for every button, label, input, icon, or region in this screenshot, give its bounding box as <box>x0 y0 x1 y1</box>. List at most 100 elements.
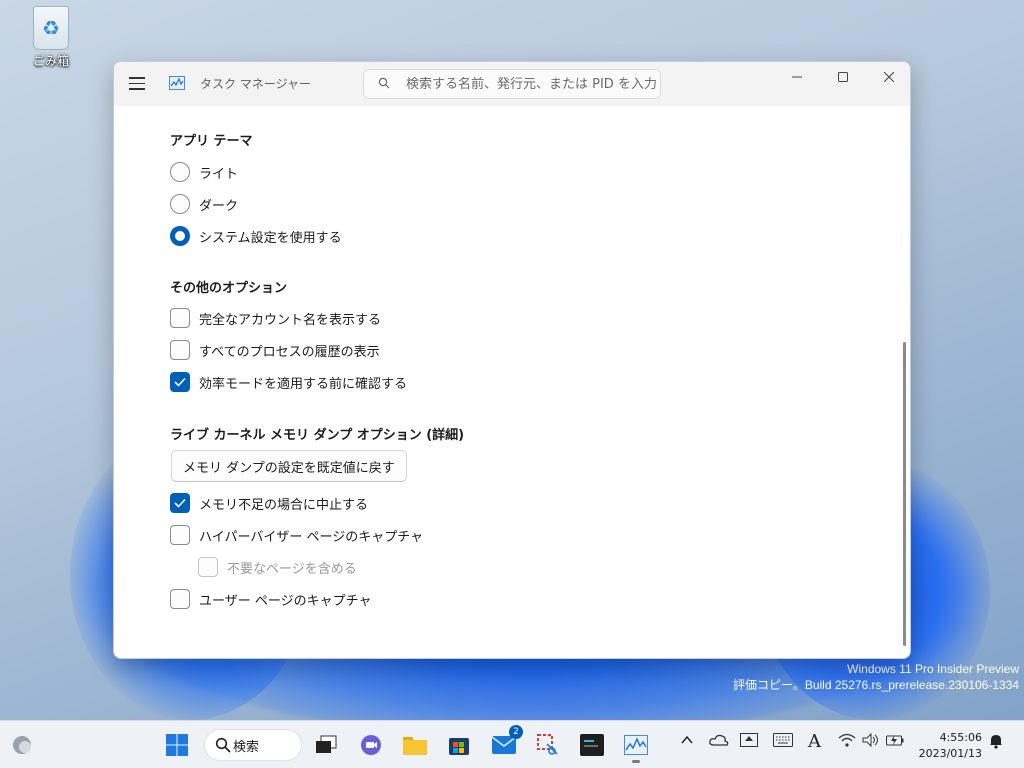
weather-icon <box>13 736 31 754</box>
option-process-history[interactable]: すべてのプロセスの履歴の表示 <box>170 339 380 361</box>
theme-section-title: アプリ テーマ <box>170 134 253 149</box>
mail-badge: 2 <box>509 725 523 739</box>
store-icon <box>449 738 469 755</box>
volume-tray-icon[interactable] <box>862 732 880 751</box>
option-label: ハイパーバイザー ページのキャプチャ <box>199 529 424 545</box>
clock-time: 4:55:06 <box>939 731 982 744</box>
search-icon <box>378 77 394 92</box>
media-tray-icon[interactable] <box>740 733 758 751</box>
speaker-icon <box>862 732 878 748</box>
option-label: 効率モードを適用する前に確認する <box>199 376 408 392</box>
checkbox-user-pages[interactable] <box>170 589 190 609</box>
option-label: メモリ不足の場合に中止する <box>199 497 369 513</box>
checkbox-process-history[interactable] <box>170 340 190 360</box>
option-include-unneeded-pages: 不要なページを含める <box>198 556 357 578</box>
recycle-bin-shortcut[interactable]: ♻ ごみ箱 <box>22 6 80 69</box>
show-hidden-icons-button[interactable] <box>680 733 694 751</box>
radio-light[interactable] <box>170 162 190 182</box>
system-clock[interactable]: 4:55:06 2023/01/13 <box>906 730 982 762</box>
checkbox-include-unneeded-pages <box>198 557 218 577</box>
task-manager-window: タスク マネージャー アプリ テーマ ライト ダーク シ <box>113 61 911 659</box>
checkmark-icon <box>174 377 186 387</box>
store-button[interactable] <box>443 729 475 761</box>
close-button[interactable] <box>866 62 910 92</box>
chevron-up-icon <box>681 735 693 744</box>
memory-dump-section-title: ライブ カーネル メモリ ダンプ オプション (詳細) <box>170 428 465 443</box>
taskbar-search[interactable]: 検索 <box>204 729 302 761</box>
chat-button[interactable] <box>355 729 387 761</box>
checkbox-efficiency-confirm[interactable] <box>170 372 190 392</box>
terminal-icon <box>580 734 604 756</box>
theme-option-label: ライト <box>199 166 239 182</box>
option-label: すべてのプロセスの履歴の表示 <box>199 344 380 360</box>
maximize-icon <box>838 72 848 82</box>
snipping-tool-button[interactable] <box>532 729 564 761</box>
option-user-pages[interactable]: ユーザー ページのキャプチャ <box>170 588 371 610</box>
mail-icon <box>492 736 516 754</box>
windows-logo-icon <box>166 734 188 756</box>
option-label: 不要なページを含める <box>227 561 357 577</box>
checkbox-abort-low-memory[interactable] <box>170 493 190 513</box>
start-button[interactable] <box>161 729 193 761</box>
minimize-button[interactable] <box>774 62 820 92</box>
vertical-scrollbar[interactable] <box>903 342 906 646</box>
network-tray-icon[interactable] <box>838 733 856 751</box>
battery-tray-icon[interactable] <box>886 733 904 751</box>
battery-icon <box>886 735 904 746</box>
ime-indicator[interactable]: A <box>808 731 821 752</box>
chat-icon <box>361 735 381 755</box>
theme-option-light[interactable]: ライト <box>170 161 238 183</box>
keyboard-icon <box>773 733 793 747</box>
task-manager-taskbar-button[interactable] <box>620 729 652 761</box>
build-watermark: Windows 11 Pro Insider Preview 評価コピー。Bui… <box>733 661 1019 693</box>
close-icon <box>884 72 894 82</box>
task-manager-app-icon <box>169 76 185 90</box>
minimize-icon <box>792 76 802 78</box>
checkmark-icon <box>174 498 186 508</box>
taskbar: 検索 2 A 4:55:06 2023/01/13 <box>0 720 1024 768</box>
option-efficiency-confirm[interactable]: 効率モードを適用する前に確認する <box>170 371 407 393</box>
weather-widget[interactable] <box>6 729 38 761</box>
option-hypervisor-pages[interactable]: ハイパーバイザー ページのキャプチャ <box>170 524 423 546</box>
maximize-button[interactable] <box>820 62 866 92</box>
title-bar[interactable]: タスク マネージャー <box>114 62 910 106</box>
hamburger-menu-icon[interactable] <box>129 77 145 90</box>
notification-center-button[interactable] <box>988 733 1004 753</box>
bell-icon <box>990 735 1002 749</box>
mail-button[interactable]: 2 <box>488 725 523 761</box>
screen-upload-icon <box>740 733 758 747</box>
terminal-button[interactable] <box>576 729 608 761</box>
task-view-icon <box>316 735 337 753</box>
recycle-bin-icon: ♻ <box>33 6 69 50</box>
active-app-indicator <box>632 760 640 763</box>
taskbar-search-label: 検索 <box>233 739 260 755</box>
window-title: タスク マネージャー <box>200 77 311 91</box>
option-label: ユーザー ページのキャプチャ <box>199 593 372 609</box>
radio-dark[interactable] <box>170 194 190 214</box>
checkbox-full-account-name[interactable] <box>170 308 190 328</box>
folder-icon <box>403 737 427 755</box>
theme-option-label: ダーク <box>199 198 239 214</box>
option-full-account-name[interactable]: 完全なアカウント名を表示する <box>170 307 381 329</box>
touch-keyboard-button[interactable] <box>773 733 793 751</box>
checkbox-hypervisor-pages[interactable] <box>170 525 190 545</box>
onedrive-tray-icon[interactable] <box>709 733 729 751</box>
theme-option-system[interactable]: システム設定を使用する <box>170 225 342 247</box>
cloud-icon <box>709 734 729 746</box>
theme-option-label: システム設定を使用する <box>199 230 342 246</box>
search-input[interactable] <box>406 76 656 92</box>
settings-page: アプリ テーマ ライト ダーク システム設定を使用する その他のオプション 完全… <box>114 106 910 658</box>
snipping-tool-icon <box>537 734 558 755</box>
option-abort-low-memory[interactable]: メモリ不足の場合に中止する <box>170 492 368 514</box>
radio-system[interactable] <box>170 226 190 246</box>
process-search-box[interactable] <box>363 69 661 99</box>
watermark-build: 評価コピー。Build 25276.rs_prerelease.230106-1… <box>732 678 1019 692</box>
option-label: 完全なアカウント名を表示する <box>199 312 382 328</box>
file-explorer-button[interactable] <box>399 729 431 761</box>
task-view-button[interactable] <box>310 729 342 761</box>
other-options-section-title: その他のオプション <box>170 281 288 296</box>
theme-option-dark[interactable]: ダーク <box>170 193 238 215</box>
reset-dump-settings-button[interactable]: メモリ ダンプの設定を既定値に戻す <box>171 450 407 482</box>
wifi-icon <box>838 733 856 747</box>
recycle-bin-label: ごみ箱 <box>32 54 69 68</box>
